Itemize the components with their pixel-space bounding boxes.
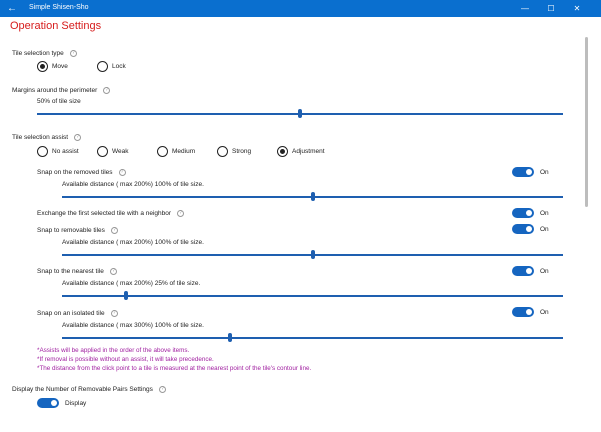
radio-adjustment[interactable]	[277, 146, 288, 157]
snap-isolated-tile-distance: Available distance ( max 300%) 100% of t…	[62, 322, 204, 329]
snap-isolated-tile-slider-track[interactable]	[62, 337, 563, 339]
snap-isolated-tile-toggle-label: On	[540, 309, 549, 316]
radio-no-assist-label: No assist	[52, 148, 79, 155]
help-icon[interactable]: ?	[177, 210, 185, 217]
margins-slider-thumb[interactable]	[298, 109, 302, 118]
minimize-icon[interactable]: —	[512, 0, 538, 17]
snap-nearest-tile-slider-track[interactable]	[62, 295, 563, 297]
radio-strong[interactable]	[217, 146, 228, 157]
snap-nearest-tile-toggle[interactable]	[512, 266, 534, 276]
snap-removable-tiles-distance: Available distance ( max 200%) 100% of t…	[62, 239, 204, 246]
radio-lock[interactable]	[97, 61, 108, 72]
snap-removed-tiles-label: Snap on the removed tiles	[37, 169, 113, 177]
help-icon[interactable]: ?	[118, 169, 126, 176]
exchange-neighbor-toggle[interactable]	[512, 208, 534, 218]
tile-selection-type-label: Tile selection type	[12, 50, 64, 58]
snap-nearest-tile-slider-thumb[interactable]	[124, 291, 128, 300]
removable-pairs-heading: Display the Number of Removable Pairs Se…	[12, 386, 166, 393]
snap-nearest-tile-toggle-label: On	[540, 268, 549, 275]
radio-strong-label: Strong	[232, 148, 252, 155]
snap-nearest-tile-heading: Snap to the nearest tile?	[37, 268, 117, 275]
radio-no-assist[interactable]	[37, 146, 48, 157]
snap-nearest-tile-label: Snap to the nearest tile	[37, 268, 104, 276]
help-icon[interactable]: ?	[109, 268, 117, 275]
help-icon[interactable]: ?	[158, 386, 166, 393]
margins-heading: Margins around the perimeter?	[12, 87, 111, 95]
back-arrow-icon[interactable]: ←	[0, 0, 24, 17]
note-order: *Assists will be applied in the order of…	[37, 347, 190, 354]
note-distance: *The distance from the click point to a …	[37, 365, 312, 372]
snap-removable-tiles-heading: Snap to removable tiles?	[37, 227, 118, 234]
title-bar: ← Simple Shisen-Sho — ☐ ✕	[0, 0, 601, 17]
snap-removed-tiles-heading: Snap on the removed tiles?	[37, 169, 126, 176]
snap-isolated-tile-label: Snap on an isolated tile	[37, 310, 105, 318]
radio-medium-label: Medium	[172, 148, 196, 155]
maximize-icon[interactable]: ☐	[538, 0, 564, 17]
snap-removed-tiles-distance: Available distance ( max 200%) 100% of t…	[62, 181, 204, 188]
vertical-scrollbar[interactable]	[585, 37, 588, 207]
note-precedence: *If removal is possible without an assis…	[37, 356, 214, 363]
snap-removable-tiles-slider-thumb[interactable]	[311, 250, 315, 259]
snap-removed-tiles-toggle-label: On	[540, 169, 549, 176]
help-icon[interactable]: ?	[74, 134, 82, 141]
close-icon[interactable]: ✕	[564, 0, 590, 17]
radio-weak-label: Weak	[112, 148, 129, 155]
exchange-neighbor-toggle-label: On	[540, 210, 549, 217]
tile-selection-assist-label: Tile selection assist	[12, 134, 69, 142]
snap-removed-tiles-toggle[interactable]	[512, 167, 534, 177]
page-title: Operation Settings	[10, 20, 102, 32]
help-icon[interactable]: ?	[110, 310, 118, 317]
radio-move-label: Move	[52, 63, 68, 70]
exchange-neighbor-label: Exchange the first selected tile with a …	[37, 210, 172, 218]
removable-pairs-label: Display the Number of Removable Pairs Se…	[12, 386, 153, 394]
radio-lock-label: Lock	[112, 63, 126, 70]
snap-nearest-tile-distance: Available distance ( max 200%) 25% of ti…	[62, 280, 201, 287]
display-pairs-toggle-label: Display	[65, 400, 87, 407]
settings-content: Operation Settings Tile selection type? …	[0, 17, 601, 432]
snap-removable-tiles-label: Snap to removable tiles	[37, 227, 105, 235]
display-pairs-toggle[interactable]	[37, 398, 59, 408]
tile-selection-assist-heading: Tile selection assist?	[12, 134, 82, 142]
radio-medium[interactable]	[157, 146, 168, 157]
snap-isolated-tile-toggle[interactable]	[512, 307, 534, 317]
snap-removable-tiles-toggle-label: On	[540, 226, 549, 233]
app-title: Simple Shisen-Sho	[29, 4, 89, 11]
margins-label: Margins around the perimeter	[12, 87, 98, 95]
snap-removable-tiles-toggle[interactable]	[512, 224, 534, 234]
radio-weak[interactable]	[97, 146, 108, 157]
radio-move[interactable]	[37, 61, 48, 72]
help-icon[interactable]: ?	[103, 87, 111, 94]
snap-isolated-tile-slider-thumb[interactable]	[228, 333, 232, 342]
snap-isolated-tile-heading: Snap on an isolated tile?	[37, 310, 118, 317]
tile-selection-type-heading: Tile selection type?	[12, 50, 77, 57]
help-icon[interactable]: ?	[69, 50, 77, 57]
help-icon[interactable]: ?	[110, 227, 118, 234]
exchange-neighbor-heading: Exchange the first selected tile with a …	[37, 210, 185, 218]
margins-value: 50% of tile size	[37, 98, 81, 105]
snap-removed-tiles-slider-thumb[interactable]	[311, 192, 315, 201]
radio-adjustment-label: Adjustment	[292, 148, 325, 155]
